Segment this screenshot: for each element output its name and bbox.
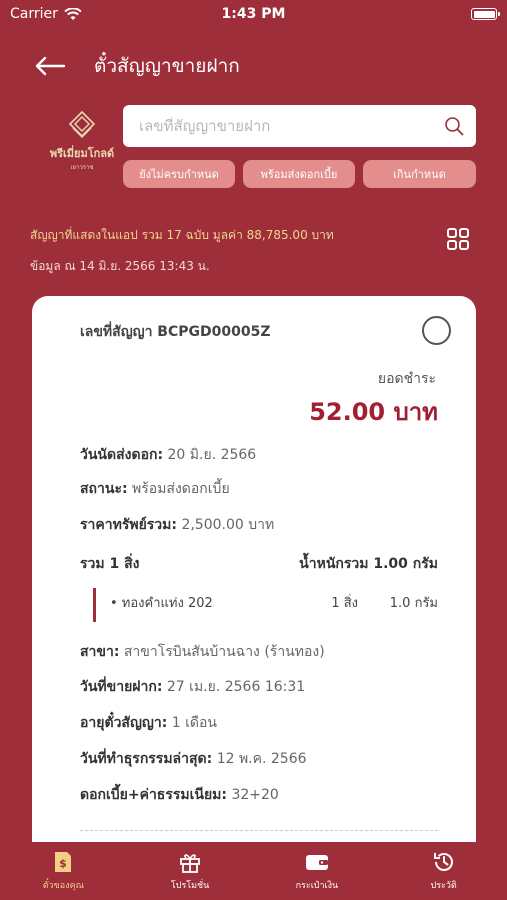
item-name: • ทองคำแท่ง 202	[110, 596, 213, 611]
brand-logo: พรีเมี่ยมโกลด์ เยาวราช	[50, 110, 114, 172]
term-row: อายุตั๋วสัญญา: 1 เดือน	[80, 712, 217, 734]
tab-tickets-label: ตั๋วของคุณ	[42, 881, 84, 891]
last-transaction-value: 12 พ.ค. 2566	[216, 751, 307, 767]
tab-promotions[interactable]: โปรโมชั่น	[127, 842, 254, 900]
amount-value: 52.00 บาท	[309, 398, 438, 426]
filter-overdue[interactable]: เกินกำหนด	[363, 160, 476, 188]
arrow-left-icon	[35, 56, 66, 76]
ticket-icon: $	[55, 852, 72, 872]
tab-bar: $ ตั๋วของคุณ โปรโมชั่น กระเป๋าเงิน ประวั…	[0, 842, 507, 900]
search-box	[123, 105, 476, 147]
search-input[interactable]	[139, 117, 444, 135]
fee-value: 32+20	[231, 787, 279, 803]
item-weight: 1.0 กรัม	[389, 596, 438, 611]
tab-wallet-label: กระเป๋าเงิน	[295, 881, 339, 891]
grid-view-icon[interactable]	[446, 227, 470, 251]
logo-name: พรีเมี่ยมโกลด์	[49, 147, 115, 160]
due-date-row: วันนัดส่งดอก: 20 มิ.ย. 2566	[80, 444, 256, 466]
last-transaction-label: วันที่ทำธุรกรรมล่าสุด:	[80, 751, 213, 767]
tab-promotions-label: โปรโมชั่น	[170, 881, 210, 891]
list-item: • ทองคำแท่ง 202 1 สิ่ง 1.0 กรัม	[110, 592, 438, 613]
wallet-icon	[305, 855, 328, 870]
tab-wallet[interactable]: กระเป๋าเงิน	[254, 842, 381, 900]
logo-mark-icon	[68, 110, 96, 138]
data-updated-time: ข้อมูล ณ 14 มิ.ย. 2566 13:43 น.	[30, 259, 210, 273]
fee-row: ดอกเบี้ย+ค่าธรรมเนียม: 32+20	[80, 784, 279, 806]
back-button[interactable]	[34, 50, 74, 82]
filter-not-due[interactable]: ยังไม่ครบกำหนด	[123, 160, 235, 188]
logo-sub: เยาวราช	[70, 164, 94, 171]
tab-history[interactable]: ประวัติ	[380, 842, 507, 900]
contract-number: เลขที่สัญญา BCPGD00005Z	[80, 324, 271, 340]
search-icon[interactable]	[444, 116, 464, 136]
term-label: อายุตั๋วสัญญา:	[80, 715, 168, 731]
item-qty: 1 สิ่ง	[331, 596, 358, 611]
select-radio[interactable]	[422, 316, 451, 345]
branch-label: สาขา:	[80, 644, 120, 660]
due-date-label: วันนัดส่งดอก:	[80, 447, 164, 463]
status-time: 1:43 PM	[221, 6, 286, 22]
sold-date-label: วันที่ขายฝาก:	[80, 679, 163, 695]
items-total: รวม 1 สิ่ง	[80, 556, 140, 572]
branch-value: สาขาโรบินสันบ้านฉาง (ร้านทอง)	[123, 644, 325, 660]
asset-price-value: 2,500.00 บาท	[181, 517, 275, 533]
items-summary: รวม 1 สิ่ง น้ำหนักรวม 1.00 กรัม	[80, 553, 438, 575]
due-date-value: 20 มิ.ย. 2566	[167, 447, 257, 463]
contract-card[interactable]: เลขที่สัญญา BCPGD00005Z ยอดชำระ 52.00 บา…	[32, 296, 476, 856]
sold-date-value: 27 เม.ย. 2566 16:31	[166, 679, 306, 695]
status-row: สถานะ: พร้อมส่งดอกเบี้ย	[80, 478, 230, 500]
svg-text:$: $	[60, 857, 68, 870]
gift-icon	[180, 854, 201, 873]
tab-history-label: ประวัติ	[430, 881, 457, 891]
weight-total: น้ำหนักรวม 1.00 กรัม	[299, 556, 438, 572]
history-icon	[433, 853, 453, 871]
fee-label: ดอกเบี้ย+ค่าธรรมเนียม:	[80, 787, 228, 803]
nav-bar: ตั๋วสัญญาขายฝาก	[0, 44, 507, 88]
status-label: สถานะ:	[80, 481, 128, 497]
sold-date-row: วันที่ขายฝาก: 27 เม.ย. 2566 16:31	[80, 676, 305, 698]
term-value: 1 เดือน	[171, 715, 217, 731]
card-divider	[80, 830, 438, 831]
amount-label: ยอดชำระ	[377, 371, 436, 387]
asset-price-row: ราคาทรัพย์รวม: 2,500.00 บาท	[80, 514, 274, 536]
filter-chips: ยังไม่ครบกำหนด พร้อมส่งดอกเบี้ย เกินกำหน…	[123, 160, 476, 188]
tab-tickets[interactable]: $ ตั๋วของคุณ	[0, 842, 127, 900]
item-accent-bar	[93, 588, 96, 622]
last-transaction-row: วันที่ทำธุรกรรมล่าสุด: 12 พ.ค. 2566	[80, 748, 307, 770]
asset-price-label: ราคาทรัพย์รวม:	[80, 517, 177, 533]
page-title: ตั๋วสัญญาขายฝาก	[94, 55, 240, 77]
contracts-summary: สัญญาที่แสดงในแอป รวม 17 ฉบับ มูลค่า 88,…	[30, 228, 334, 242]
branch-row: สาขา: สาขาโรบินสันบ้านฉาง (ร้านทอง)	[80, 641, 325, 663]
filter-ready-interest[interactable]: พร้อมส่งดอกเบี้ย	[243, 160, 355, 188]
status-value: พร้อมส่งดอกเบี้ย	[132, 481, 230, 497]
